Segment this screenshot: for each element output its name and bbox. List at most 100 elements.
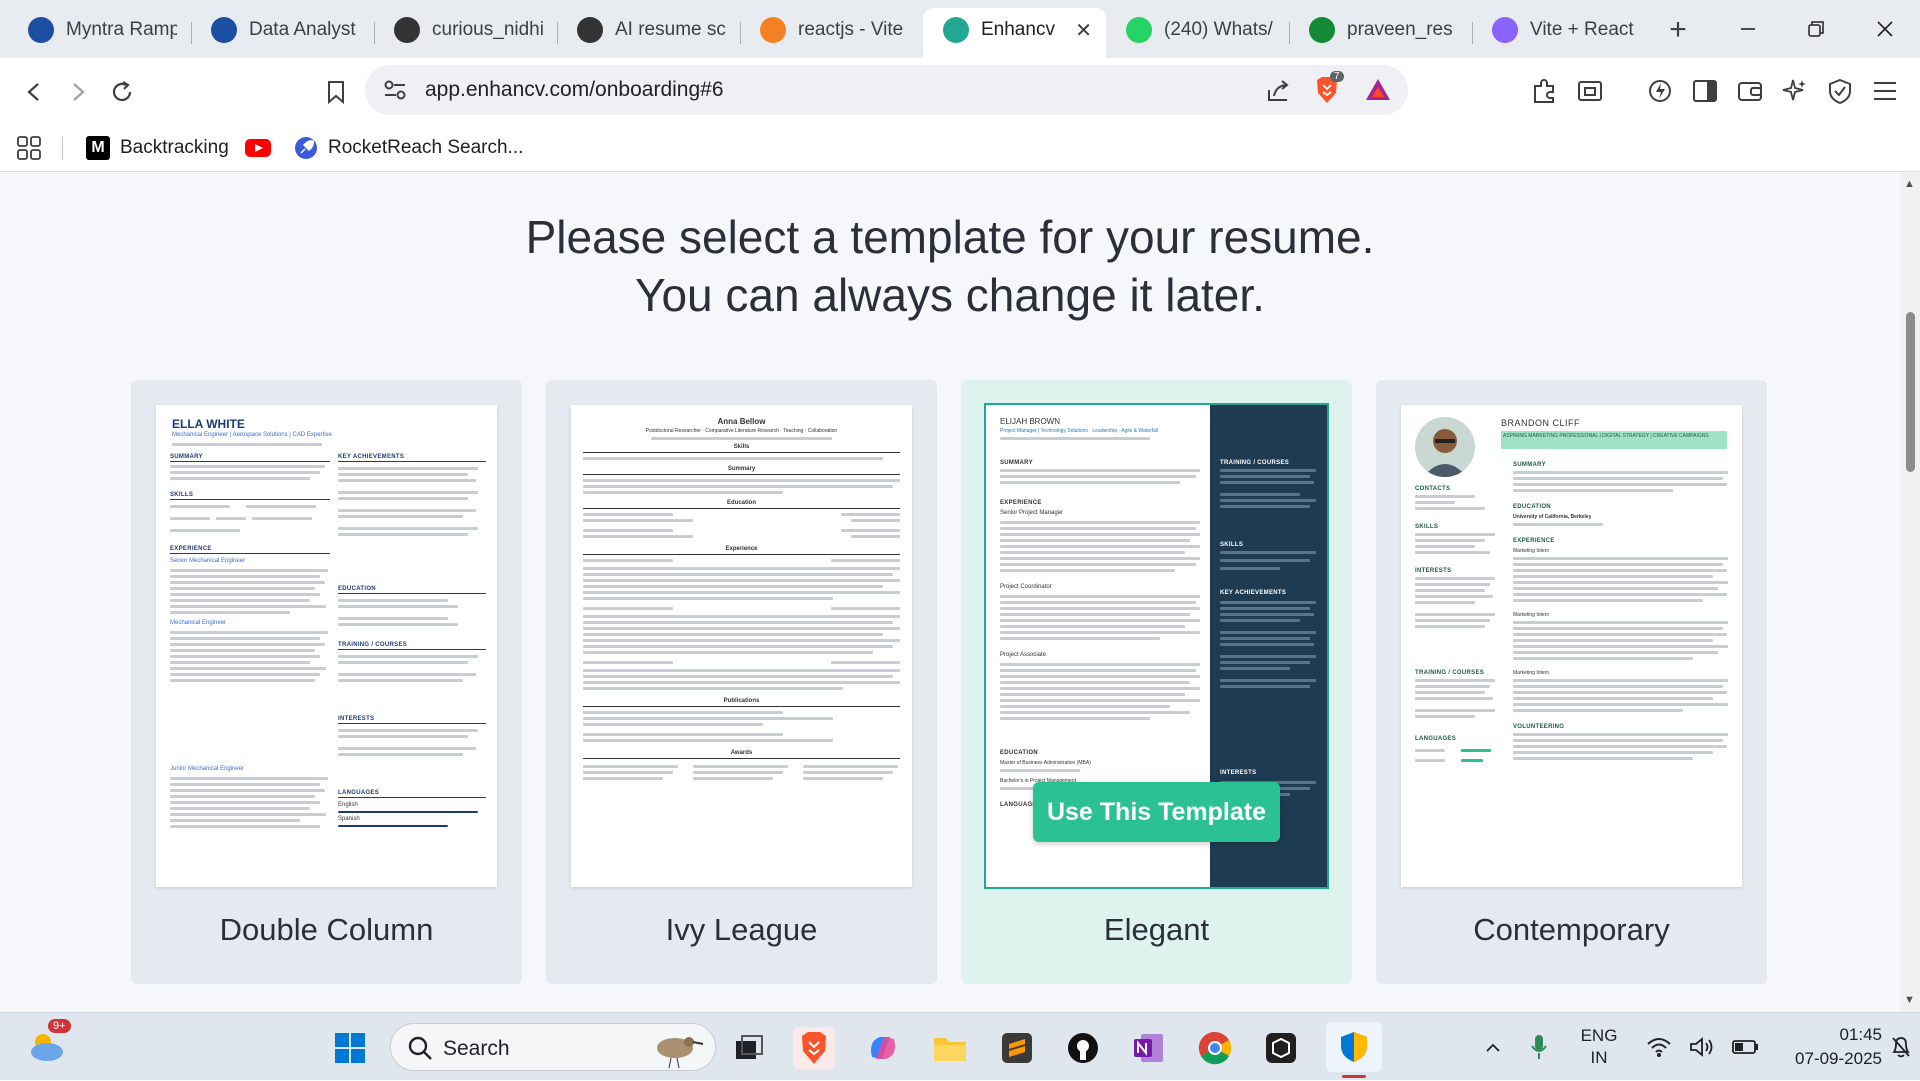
tab-title: AI resume sc bbox=[615, 19, 726, 40]
apps-button[interactable] bbox=[16, 132, 42, 164]
tab-curious-nidhi[interactable]: curious_nidhi bbox=[374, 8, 557, 58]
tab-ai-resume-sc[interactable]: AI resume sc bbox=[557, 8, 740, 58]
template-card-elegant[interactable]: ELIJAH BROWN Project Manager | Technolog… bbox=[961, 380, 1352, 984]
wallet-button[interactable] bbox=[1733, 74, 1767, 108]
start-button[interactable] bbox=[329, 1027, 371, 1069]
person-photo-icon bbox=[1423, 429, 1467, 477]
bookmark-page-button[interactable] bbox=[316, 72, 356, 112]
stackoverflow-icon bbox=[760, 17, 786, 43]
taskbar-brave[interactable] bbox=[793, 1027, 835, 1069]
taskbar-security[interactable] bbox=[1326, 1022, 1382, 1078]
tab-240-whats[interactable]: (240) Whats/ bbox=[1106, 8, 1289, 58]
share-icon bbox=[1268, 80, 1289, 101]
minimize-button[interactable] bbox=[1713, 0, 1783, 58]
scroll-up-icon[interactable]: ▲ bbox=[1904, 178, 1915, 190]
weather-widget[interactable]: 9+ bbox=[26, 1019, 71, 1067]
site-settings-icon[interactable] bbox=[381, 76, 409, 104]
back-arrow-icon bbox=[27, 83, 39, 101]
notifications-button[interactable] bbox=[1886, 1013, 1916, 1081]
bookmark-backtracking[interactable]: M Backtracking bbox=[86, 132, 229, 164]
overleaf-icon bbox=[1309, 17, 1335, 43]
volume-icon bbox=[1690, 1037, 1713, 1057]
bookmark-youtube[interactable] bbox=[245, 132, 271, 164]
chrome-icon bbox=[1198, 1031, 1232, 1065]
taskbar-file-explorer[interactable] bbox=[929, 1027, 971, 1069]
template-card-double-column[interactable]: ELLA WHITE Mechanical Engineer | Aerospa… bbox=[131, 380, 522, 984]
bookmark-label: RocketReach Search... bbox=[328, 137, 524, 158]
bookmark-divider bbox=[62, 136, 63, 160]
screenshot-button[interactable] bbox=[1573, 74, 1607, 108]
sidebar-toggle-button[interactable] bbox=[1688, 74, 1722, 108]
tab-title: Vite + React bbox=[1530, 19, 1634, 40]
new-tab-button[interactable]: + bbox=[1655, 8, 1701, 58]
microphone-button[interactable] bbox=[1524, 1013, 1554, 1081]
clock[interactable]: 01:45 07-09-2025 bbox=[1782, 1013, 1882, 1081]
tab-title: (240) Whats/ bbox=[1164, 19, 1273, 40]
shield-check-icon bbox=[1829, 78, 1851, 105]
minimize-icon bbox=[1741, 28, 1755, 30]
brave-rewards-icon bbox=[1366, 79, 1390, 100]
taskbar-onenote[interactable] bbox=[1128, 1027, 1170, 1069]
microphone-icon bbox=[1531, 1035, 1547, 1059]
close-tab-icon[interactable]: ✕ bbox=[1075, 18, 1092, 43]
tab-vite-react[interactable]: Vite + React bbox=[1472, 8, 1655, 58]
show-hidden-icons-button[interactable] bbox=[1478, 1013, 1508, 1081]
capture-icon bbox=[1578, 81, 1602, 101]
reload-button[interactable] bbox=[102, 72, 142, 112]
page-scrollbar[interactable]: ▲ ▼ bbox=[1900, 172, 1920, 1012]
brave-shields-button[interactable]: 7 bbox=[1310, 71, 1344, 107]
forward-button[interactable] bbox=[58, 72, 98, 112]
youtube-icon bbox=[245, 139, 271, 157]
tab-title: Data Analyst bbox=[249, 19, 356, 40]
tab-reactjs-vite[interactable]: reactjs - Vite bbox=[740, 8, 923, 58]
vpn-button[interactable] bbox=[1823, 74, 1857, 108]
tab-praveen-res[interactable]: praveen_res bbox=[1289, 8, 1472, 58]
taskbar-sublime-text[interactable] bbox=[996, 1027, 1038, 1069]
tab-enhancv[interactable]: Enhancv ✕ bbox=[923, 8, 1106, 58]
enhancv-icon bbox=[943, 17, 969, 43]
template-name: Ivy League bbox=[665, 912, 818, 947]
extensions-button[interactable] bbox=[1528, 74, 1562, 108]
chevron-up-icon bbox=[1486, 1043, 1500, 1052]
sublime-text-icon bbox=[1002, 1033, 1032, 1063]
taskbar-copilot[interactable] bbox=[862, 1027, 904, 1069]
forward-arrow-icon bbox=[73, 83, 85, 101]
task-view-button[interactable] bbox=[728, 1027, 770, 1069]
copilot-icon bbox=[871, 1037, 895, 1059]
share-button[interactable] bbox=[1261, 74, 1295, 108]
menu-button[interactable] bbox=[1868, 74, 1902, 108]
folder-icon bbox=[934, 1038, 966, 1061]
task-view-icon bbox=[736, 1035, 763, 1059]
scroll-thumb[interactable] bbox=[1906, 312, 1915, 472]
tab-myntra-ramp[interactable]: Myntra Ramp bbox=[8, 8, 191, 58]
taskbar-virtualbox[interactable] bbox=[1260, 1027, 1302, 1069]
address-bar[interactable]: app.enhancv.com/onboarding#6 7 bbox=[365, 65, 1408, 115]
navigation-bar: app.enhancv.com/onboarding#6 7 bbox=[0, 58, 1920, 124]
brave-rewards-button[interactable] bbox=[1361, 73, 1395, 107]
taskbar-chrome[interactable] bbox=[1194, 1027, 1236, 1069]
back-button[interactable] bbox=[14, 72, 54, 112]
onenote-icon bbox=[1134, 1034, 1163, 1062]
scroll-down-icon[interactable]: ▼ bbox=[1904, 994, 1915, 1006]
taskbar-github-desktop[interactable] bbox=[1062, 1027, 1104, 1069]
language-indicator[interactable]: ENG IN bbox=[1572, 1013, 1626, 1081]
brave-browser-icon bbox=[802, 1032, 826, 1064]
tab-data-analyst[interactable]: Data Analyst bbox=[191, 8, 374, 58]
leo-ai-button[interactable] bbox=[1643, 74, 1677, 108]
rocketreach-icon bbox=[295, 137, 317, 159]
template-card-contemporary[interactable]: BRANDON CLIFF ASPIRING MARKETING PROFESS… bbox=[1376, 380, 1767, 984]
windows-logo-icon bbox=[335, 1033, 365, 1063]
quick-settings-button[interactable] bbox=[1638, 1013, 1768, 1081]
page-title: Please select a template for your resume… bbox=[525, 211, 1375, 321]
weather-badge: 9+ bbox=[48, 1019, 71, 1033]
wallet-icon bbox=[1738, 82, 1762, 101]
template-card-ivy-league[interactable]: Anna Bellow Postdoctoral Researcher · Co… bbox=[546, 380, 937, 984]
use-this-template-button[interactable]: Use This Template bbox=[1033, 782, 1280, 842]
leo-sparkle-button[interactable] bbox=[1778, 74, 1812, 108]
bookmark-rocketreach[interactable]: RocketReach Search... bbox=[294, 132, 523, 164]
onboarding-page: Please select a template for your resume… bbox=[0, 172, 1920, 1012]
restore-button[interactable] bbox=[1781, 0, 1851, 58]
taskbar-search[interactable]: Search bbox=[390, 1023, 716, 1071]
active-indicator bbox=[1342, 1075, 1366, 1078]
close-window-button[interactable] bbox=[1850, 0, 1920, 58]
